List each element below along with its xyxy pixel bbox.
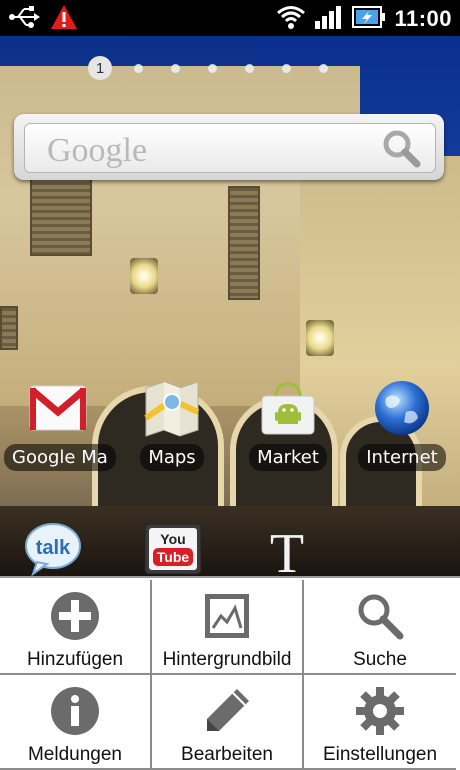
info-icon — [49, 685, 101, 737]
app-label: Market — [249, 444, 327, 471]
wallpaper-shutter — [0, 306, 18, 350]
add-icon — [49, 590, 101, 642]
internet-globe-icon[interactable] — [372, 378, 432, 438]
app-text[interactable]: T — [252, 516, 322, 585]
app-label: Internet — [358, 444, 446, 471]
app-talk[interactable]: talk — [8, 520, 98, 580]
app-label: Google Ma — [4, 444, 116, 471]
app-market[interactable]: Market — [234, 378, 342, 475]
page-indicator-dot[interactable] — [319, 63, 328, 73]
menu-item-label: Einstellungen — [322, 744, 438, 765]
status-bar-right: 11:00 — [276, 4, 452, 34]
warning-icon — [50, 4, 78, 34]
app-label: Maps — [140, 444, 204, 471]
page-indicator-dot[interactable] — [245, 63, 254, 73]
youtube-icon-text-top: You — [160, 531, 185, 547]
market-icon[interactable] — [258, 378, 318, 438]
menu-item-add[interactable]: Hinzufügen — [0, 580, 152, 675]
app-google-mail[interactable]: Google Ma — [4, 378, 116, 475]
clock: 11:00 — [394, 6, 452, 31]
talk-icon-text: talk — [36, 537, 71, 559]
menu-item-label: Hinzufügen — [26, 649, 124, 670]
wallpaper-lamp — [130, 258, 158, 294]
gmail-icon[interactable] — [28, 378, 88, 438]
signal-icon — [314, 4, 344, 34]
talk-icon[interactable]: talk — [23, 520, 83, 580]
menu-item-label: Suche — [353, 649, 407, 670]
gear-icon — [354, 685, 406, 737]
text-t-icon-glyph: T — [270, 523, 304, 576]
search-icon — [354, 590, 406, 642]
options-menu-grid: Hinzufügen Hintergrundbild Suche Meldung… — [0, 580, 460, 770]
menu-item-label: Bearbeiten — [181, 744, 273, 765]
menu-item-edit[interactable]: Bearbeiten — [152, 675, 304, 770]
wallpaper-lamp — [306, 320, 334, 356]
app-youtube[interactable]: You Tube — [138, 520, 208, 580]
menu-item-notifications[interactable]: Meldungen — [0, 675, 152, 770]
menu-item-settings[interactable]: Einstellungen — [304, 675, 456, 770]
text-t-icon[interactable]: T — [257, 516, 317, 585]
battery-charging-icon — [352, 4, 386, 34]
page-indicator-current[interactable]: 1 — [88, 56, 112, 80]
status-bar-left — [8, 4, 78, 34]
usb-icon — [8, 4, 40, 34]
google-search-widget[interactable]: Google — [14, 114, 444, 180]
wallpaper-icon — [201, 590, 253, 642]
wallpaper-shutter — [228, 186, 260, 300]
youtube-icon[interactable]: You Tube — [143, 520, 203, 580]
status-bar: 11:00 — [0, 0, 460, 36]
menu-item-label: Meldungen — [27, 744, 123, 765]
google-logo: Google — [47, 132, 148, 169]
page-indicator-dot[interactable] — [208, 63, 217, 73]
menu-item-label: Hintergrundbild — [162, 649, 292, 670]
app-internet[interactable]: Internet — [348, 378, 456, 475]
options-menu: Hinzufügen Hintergrundbild Suche Meldung… — [0, 576, 460, 770]
page-indicator[interactable]: 1 — [88, 56, 356, 80]
app-maps[interactable]: Maps — [118, 378, 226, 475]
menu-item-wallpaper[interactable]: Hintergrundbild — [152, 580, 304, 675]
maps-icon[interactable] — [142, 378, 202, 438]
page-indicator-dot[interactable] — [171, 63, 180, 73]
menu-item-search[interactable]: Suche — [304, 580, 456, 675]
page-indicator-dot[interactable] — [282, 63, 291, 73]
wifi-icon — [276, 4, 306, 34]
youtube-icon-text-bottom: Tube — [157, 549, 190, 565]
page-indicator-dot[interactable] — [134, 63, 143, 73]
search-icon[interactable] — [381, 128, 421, 172]
pencil-icon — [201, 685, 253, 737]
google-search-input[interactable]: Google — [24, 123, 436, 173]
